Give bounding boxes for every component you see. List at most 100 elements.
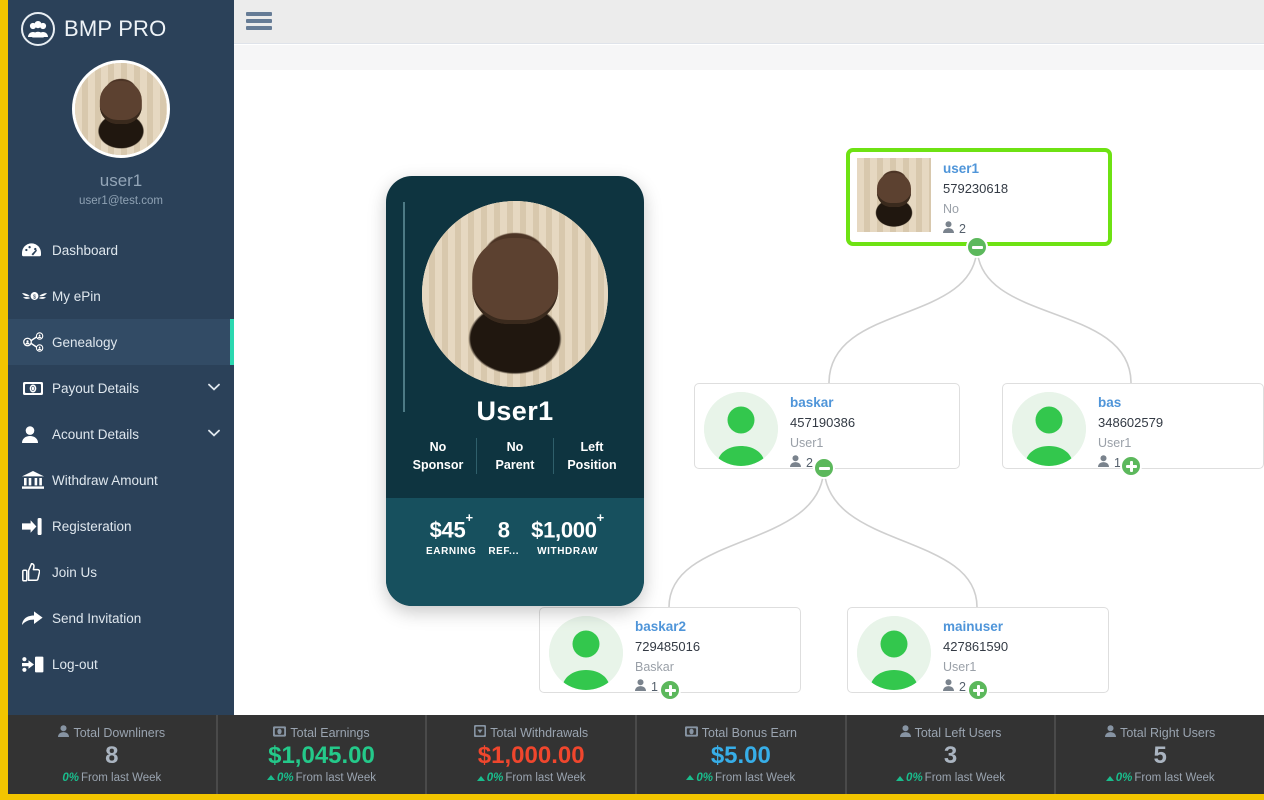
stat-change: 0% From last Week xyxy=(477,772,586,784)
sidebar-item-label: Send Invitation xyxy=(52,611,141,626)
sidebar-item-label: Payout Details xyxy=(52,381,139,396)
hamburger-icon[interactable] xyxy=(246,10,272,32)
user-silhouette-icon xyxy=(857,616,931,690)
stat-value: $1,000 xyxy=(531,518,597,543)
user-icon xyxy=(58,725,69,740)
genealogy-page: BMP PRO user1 user1@test.com Dashboard $… xyxy=(0,0,1264,800)
signin-arrow-icon xyxy=(22,518,52,535)
money-icon xyxy=(685,726,698,740)
node-username: user1 xyxy=(943,160,1008,178)
logout-icon xyxy=(22,656,52,673)
sidebar-item-genealogy[interactable]: Genealogy xyxy=(8,319,234,365)
caret-up-icon xyxy=(1106,776,1114,781)
stat-percent: 0% xyxy=(696,772,713,784)
node-count-value: 2 xyxy=(959,219,966,239)
epin-wings-icon: $ xyxy=(22,289,52,303)
share-arrow-icon xyxy=(22,610,52,626)
toggle-collapse-baskar[interactable] xyxy=(813,457,835,479)
sidebar-item-withdraw-amount[interactable]: Withdraw Amount xyxy=(8,457,234,503)
node-username: baskar xyxy=(790,394,855,412)
stat-title: Total Withdrawals xyxy=(490,726,588,740)
node-avatar xyxy=(704,392,778,466)
node-user-id: 427861590 xyxy=(943,636,1008,657)
node-avatar xyxy=(1012,392,1086,466)
stat-title-row: Total Left Users xyxy=(900,725,1002,740)
avatar xyxy=(422,201,608,387)
stat-title-row: Total Downliners xyxy=(58,725,165,740)
user-icon xyxy=(790,453,801,473)
profile-email: user1@test.com xyxy=(8,195,234,207)
svg-text:0: 0 xyxy=(31,386,35,393)
sidebar-item-acount-details[interactable]: Acount Details xyxy=(8,411,234,457)
brand-name: BMP PRO xyxy=(64,16,166,42)
stat-value: 5 xyxy=(1154,742,1167,770)
stat-value-wrap: 8 xyxy=(488,517,519,543)
meta-line-2: Parent xyxy=(477,456,553,474)
node-parent: User1 xyxy=(790,433,855,453)
meta-parent: No Parent xyxy=(477,438,554,474)
node-info: user1 579230618 No 2 xyxy=(931,158,1008,239)
user-silhouette-icon xyxy=(704,392,778,466)
stat-change: 0% From last Week xyxy=(1106,772,1215,784)
toggle-expand-bas[interactable] xyxy=(1120,455,1142,477)
sidebar-item-log-out[interactable]: Log-out xyxy=(8,641,234,687)
meta-line-1: Left xyxy=(554,438,630,456)
sidebar-item-registeration[interactable]: Registeration xyxy=(8,503,234,549)
stat-percent: 0% xyxy=(906,772,923,784)
stat-sup: + xyxy=(465,510,472,525)
tree-node-baskar[interactable]: baskar 457190386 User1 2 xyxy=(694,383,960,469)
profile-stats: $45+ EARNING 8 REF... $1,000+ WITHDRAW xyxy=(386,498,644,606)
node-username: mainuser xyxy=(943,618,1008,636)
stat-change-label: From last Week xyxy=(81,772,161,784)
node-username: baskar2 xyxy=(635,618,700,636)
brand[interactable]: BMP PRO xyxy=(8,0,234,48)
stat-change: 0% From last Week xyxy=(896,772,1005,784)
profile-username: user1 xyxy=(8,171,234,191)
stat-title-row: Total Earnings xyxy=(273,726,369,740)
sidebar-item-dashboard[interactable]: Dashboard xyxy=(8,227,234,273)
toggle-expand-mainuser[interactable] xyxy=(967,679,989,701)
stat-total-left-users: Total Left Users 3 0% From last Week xyxy=(847,715,1057,794)
stat-percent: 0% xyxy=(277,772,294,784)
stat-change: 0% From last Week xyxy=(686,772,795,784)
page-title: User1 xyxy=(386,396,644,427)
card-accent-line xyxy=(403,202,405,412)
meta-position: Left Position xyxy=(554,438,630,474)
withdraw-icon xyxy=(474,725,486,740)
stat-change: 0% From last Week xyxy=(62,772,161,784)
stat-sup: + xyxy=(597,510,604,525)
stat-title-row: Total Bonus Earn xyxy=(685,726,797,740)
sidebar-item-label: Acount Details xyxy=(52,427,139,442)
user-icon xyxy=(22,426,52,443)
stat-earning: $45+ EARNING xyxy=(420,517,482,556)
sidebar-item-my-epin[interactable]: $ My ePin xyxy=(8,273,234,319)
sidebar-item-label: My ePin xyxy=(52,289,101,304)
tree-node-user1[interactable]: user1 579230618 No 2 xyxy=(846,148,1112,246)
sidebar-item-payout-details[interactable]: 0 Payout Details xyxy=(8,365,234,411)
stat-change-label: From last Week xyxy=(296,772,376,784)
node-avatar xyxy=(857,616,931,690)
stat-value: 8 xyxy=(498,518,510,543)
users-group-icon xyxy=(21,12,55,46)
stats-bar: Total Downliners 8 0% From last Week Tot… xyxy=(8,715,1264,794)
profile-card: User1 No Sponsor No Parent Left Position… xyxy=(386,176,644,606)
toggle-collapse-user1[interactable] xyxy=(966,236,988,258)
stat-title: Total Left Users xyxy=(915,726,1002,740)
chevron-down-icon xyxy=(208,382,220,394)
sidebar-item-join-us[interactable]: Join Us xyxy=(8,549,234,595)
stat-change-label: From last Week xyxy=(715,772,795,784)
node-parent: No xyxy=(943,199,1008,219)
sidebar-item-send-invitation[interactable]: Send Invitation xyxy=(8,595,234,641)
stat-change-label: From last Week xyxy=(925,772,1005,784)
genealogy-canvas[interactable]: User1 No Sponsor No Parent Left Position… xyxy=(234,70,1264,715)
meta-line-2: Position xyxy=(554,456,630,474)
user-icon xyxy=(1105,725,1116,740)
sidebar-item-label: Dashboard xyxy=(52,243,118,258)
avatar xyxy=(72,60,170,158)
user-icon xyxy=(900,725,911,740)
topbar xyxy=(234,0,1264,44)
stat-withdraw: $1,000+ WITHDRAW xyxy=(525,517,610,556)
sidebar-item-label: Join Us xyxy=(52,565,97,580)
toggle-expand-baskar2[interactable] xyxy=(659,679,681,701)
thumbs-up-icon xyxy=(22,563,52,582)
